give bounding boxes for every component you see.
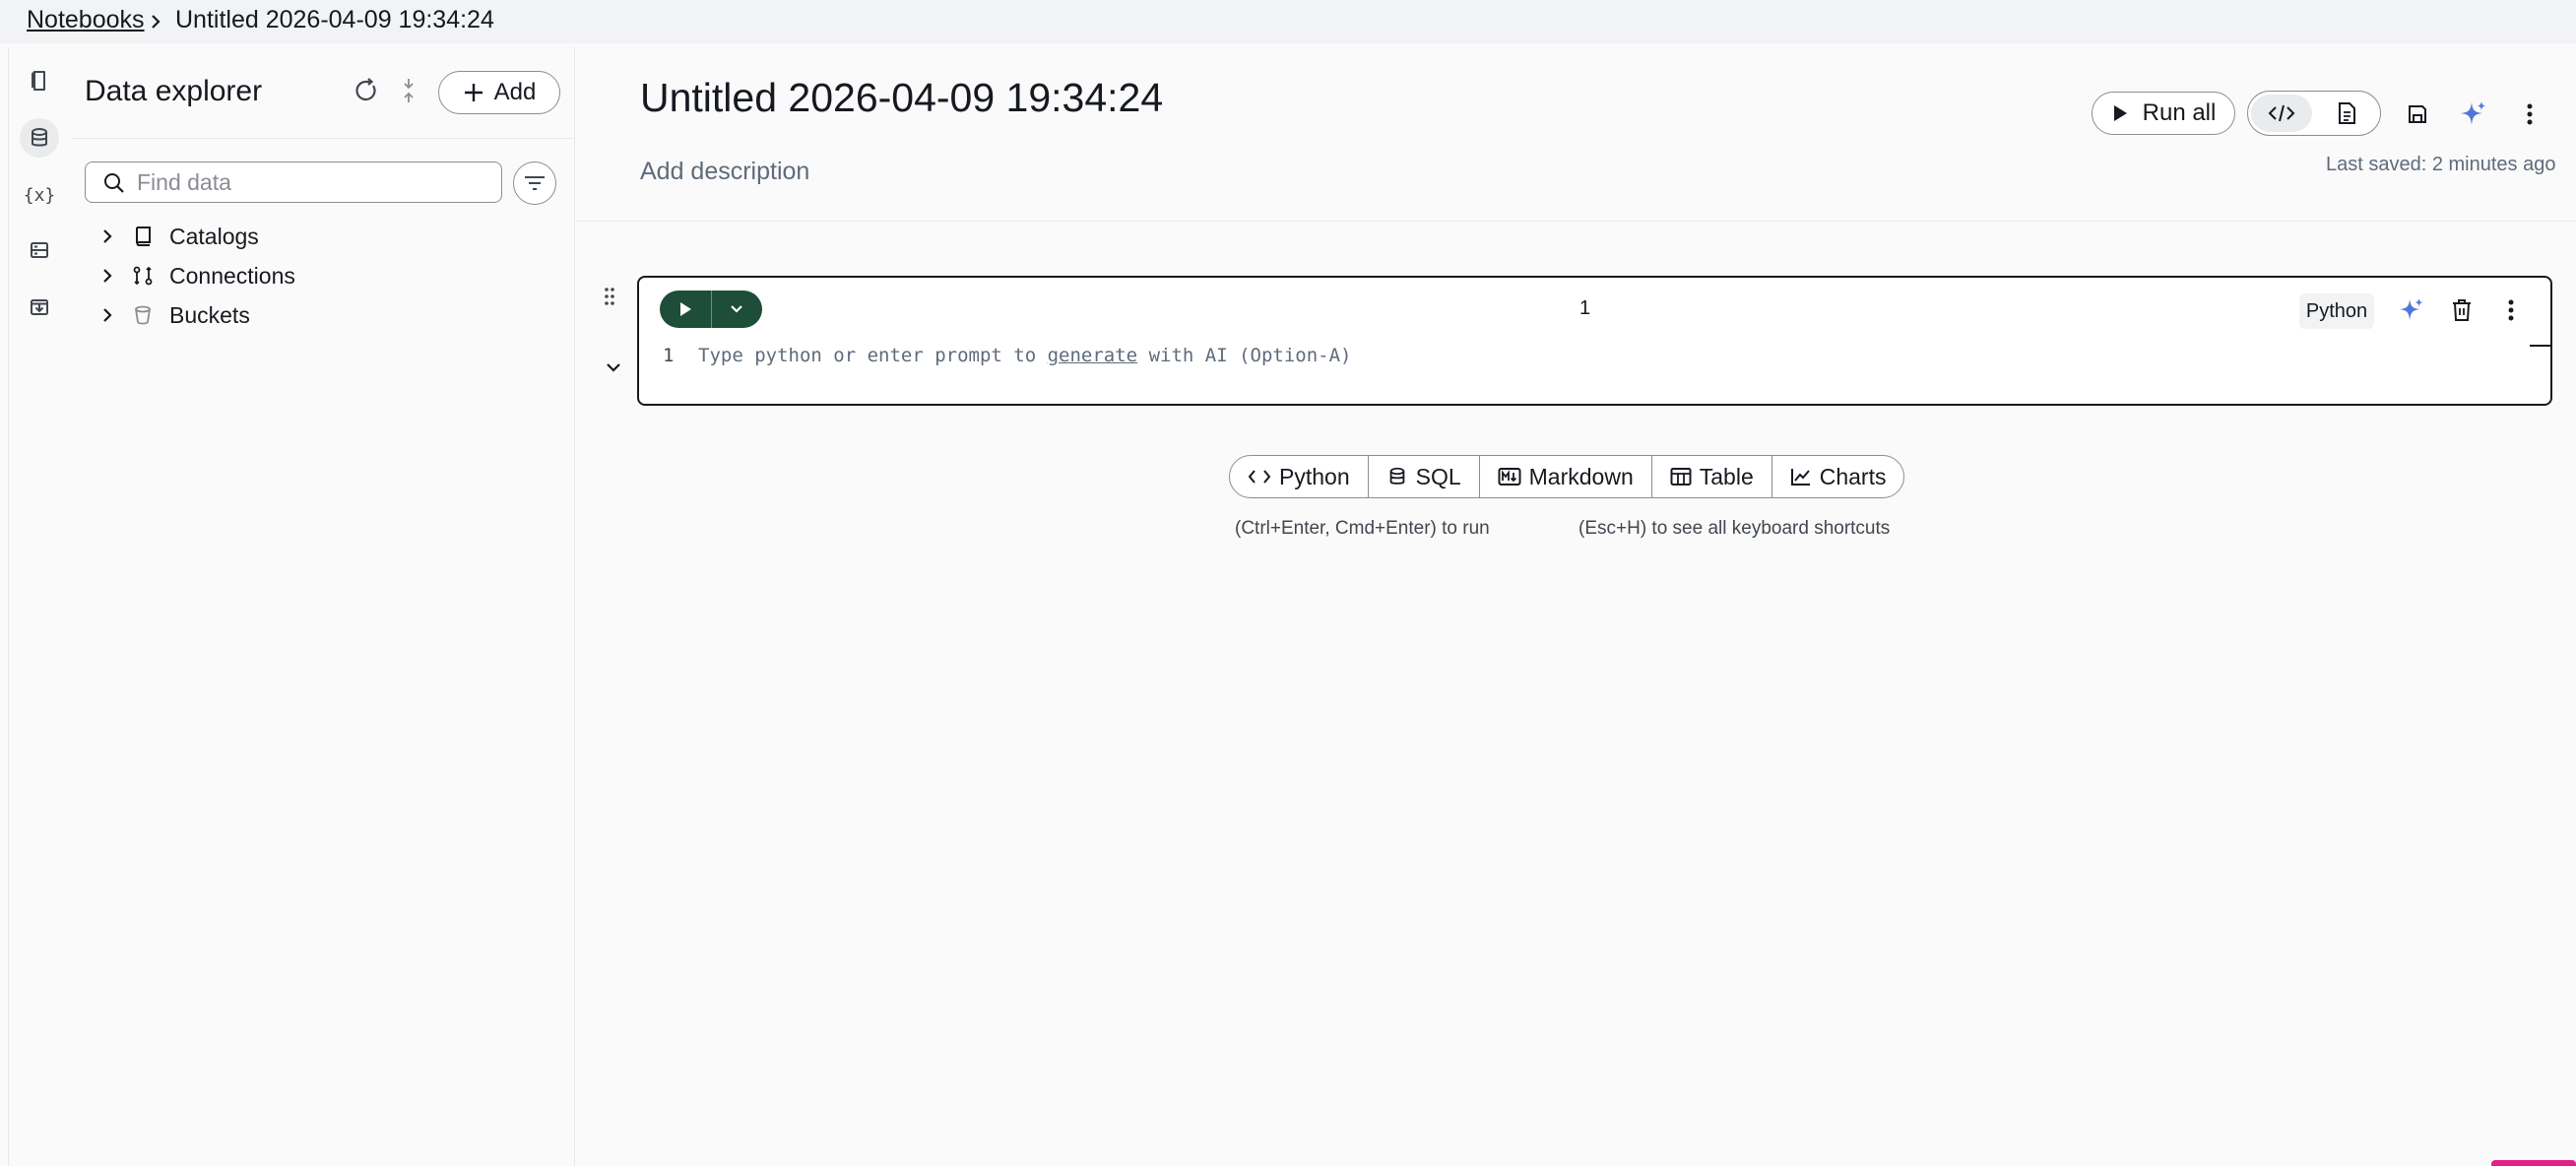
line-number: 1 (663, 345, 675, 366)
line-chart-icon (1790, 467, 1812, 486)
add-table-cell-button[interactable]: Table (1652, 456, 1772, 497)
filter-icon (524, 175, 546, 191)
code-icon (1248, 468, 1271, 486)
chevron-right-icon[interactable] (97, 304, 118, 326)
save-icon[interactable] (2402, 98, 2433, 130)
chevron-right-icon[interactable] (97, 265, 118, 287)
export-icon (28, 295, 51, 319)
database-icon (28, 126, 51, 150)
refresh-icon[interactable] (353, 77, 380, 104)
plus-icon (463, 82, 484, 103)
rail-variables-button[interactable]: {x} (20, 175, 59, 215)
tree-item-catalogs[interactable]: Catalogs (97, 217, 259, 256)
add-option-label: Markdown (1528, 463, 1634, 489)
tree-item-connections[interactable]: Connections (97, 256, 295, 295)
notebook-title[interactable]: Untitled 2026-04-09 19:34:24 (640, 75, 1163, 121)
cell-language-badge[interactable]: Python (2299, 293, 2374, 329)
add-option-label: Charts (1819, 463, 1887, 489)
play-icon (677, 300, 693, 318)
add-option-label: Python (1279, 463, 1350, 489)
code-cell[interactable]: 1 Python 1 Type python or enter prompt t… (637, 276, 2552, 406)
add-charts-cell-button[interactable]: Charts (1772, 456, 1904, 497)
execution-count: 1 (1579, 297, 1591, 319)
drag-handle-icon[interactable] (603, 286, 616, 307)
tree-item-label: Buckets (169, 301, 250, 328)
run-shortcut-hint: (Ctrl+Enter, Cmd+Enter) to run (1235, 518, 1490, 539)
more-options-icon[interactable] (2496, 295, 2526, 325)
data-explorer-panel: Data explorer Add Catalogs (72, 47, 575, 1166)
document-view-option[interactable] (2316, 95, 2377, 132)
cell-run-group (660, 291, 762, 328)
search-icon (103, 172, 125, 194)
breadcrumb-current: Untitled 2026-04-09 19:34:24 (175, 6, 494, 33)
shortcuts-hint: (Esc+H) to see all keyboard shortcuts (1578, 518, 1891, 539)
add-button-label: Add (493, 79, 537, 105)
code-view-option[interactable] (2251, 95, 2312, 132)
notebook-main: Untitled 2026-04-09 19:34:24 Add descrip… (576, 47, 2576, 1166)
database-icon (1386, 466, 1408, 487)
corner-accent (2491, 1160, 2576, 1166)
add-sql-cell-button[interactable]: SQL (1369, 456, 1480, 497)
add-option-label: SQL (1415, 463, 1461, 489)
tree-item-label: Connections (169, 262, 295, 289)
more-options-icon[interactable] (2514, 98, 2545, 130)
notebook-description[interactable]: Add description (640, 158, 809, 186)
rail-export-button[interactable] (20, 288, 59, 327)
book-icon (132, 226, 154, 247)
left-rail: {x} (8, 47, 73, 1166)
add-markdown-cell-button[interactable]: Markdown (1480, 456, 1652, 497)
rail-storage-button[interactable] (20, 230, 59, 270)
code-icon (2268, 102, 2295, 124)
run-cell-button[interactable] (660, 291, 711, 328)
breadcrumb-notebooks-link[interactable]: Notebooks (27, 6, 145, 34)
trash-icon[interactable] (2447, 295, 2477, 325)
chevron-right-icon (146, 10, 165, 33)
add-python-cell-button[interactable]: Python (1230, 456, 1369, 497)
find-data-search (85, 162, 502, 203)
document-icon (2336, 101, 2357, 125)
chevron-down-icon[interactable] (603, 356, 624, 378)
rail-data-button[interactable] (20, 118, 59, 158)
bucket-icon (132, 304, 154, 326)
connections-icon (132, 265, 154, 287)
rail-notebook-button[interactable] (20, 61, 59, 100)
editor-scrollbar[interactable] (2530, 345, 2551, 347)
tree-item-label: Catalogs (169, 223, 259, 249)
notebook-icon (28, 69, 51, 93)
tree-item-buckets[interactable]: Buckets (97, 295, 250, 335)
view-mode-toggle (2247, 91, 2381, 136)
run-all-label: Run all (2142, 99, 2217, 126)
breadcrumb: Notebooks Untitled 2026-04-09 19:34:24 (0, 0, 2576, 43)
storage-icon (28, 238, 51, 262)
header-divider (576, 221, 2576, 222)
table-icon (1670, 467, 1692, 486)
filter-button[interactable] (513, 162, 556, 205)
find-data-input[interactable] (137, 162, 491, 202)
code-editor-placeholder[interactable]: Type python or enter prompt to generate … (698, 345, 1351, 366)
add-button[interactable]: Add (438, 71, 560, 114)
placeholder-text: with AI (Option-A) (1137, 345, 1352, 366)
ai-sparkle-icon[interactable] (2397, 295, 2426, 325)
data-explorer-title: Data explorer (85, 75, 263, 107)
explorer-divider (72, 138, 574, 139)
collapse-all-icon[interactable] (402, 77, 416, 104)
generate-link[interactable]: generate (1048, 345, 1138, 366)
markdown-icon (1498, 467, 1521, 486)
chevron-down-icon (728, 300, 745, 318)
chevron-right-icon[interactable] (97, 226, 118, 247)
run-options-dropdown[interactable] (711, 291, 762, 328)
placeholder-text: Type python or enter prompt to (698, 345, 1048, 366)
add-cell-bar: Python SQL Markdown Table Charts (1229, 455, 1905, 498)
ai-sparkle-icon[interactable] (2458, 98, 2489, 130)
variables-icon: {x} (23, 184, 56, 206)
add-option-label: Table (1699, 463, 1754, 489)
last-saved-status: Last saved: 2 minutes ago (2326, 154, 2556, 175)
play-icon (2111, 103, 2129, 123)
run-all-button[interactable]: Run all (2092, 92, 2235, 135)
